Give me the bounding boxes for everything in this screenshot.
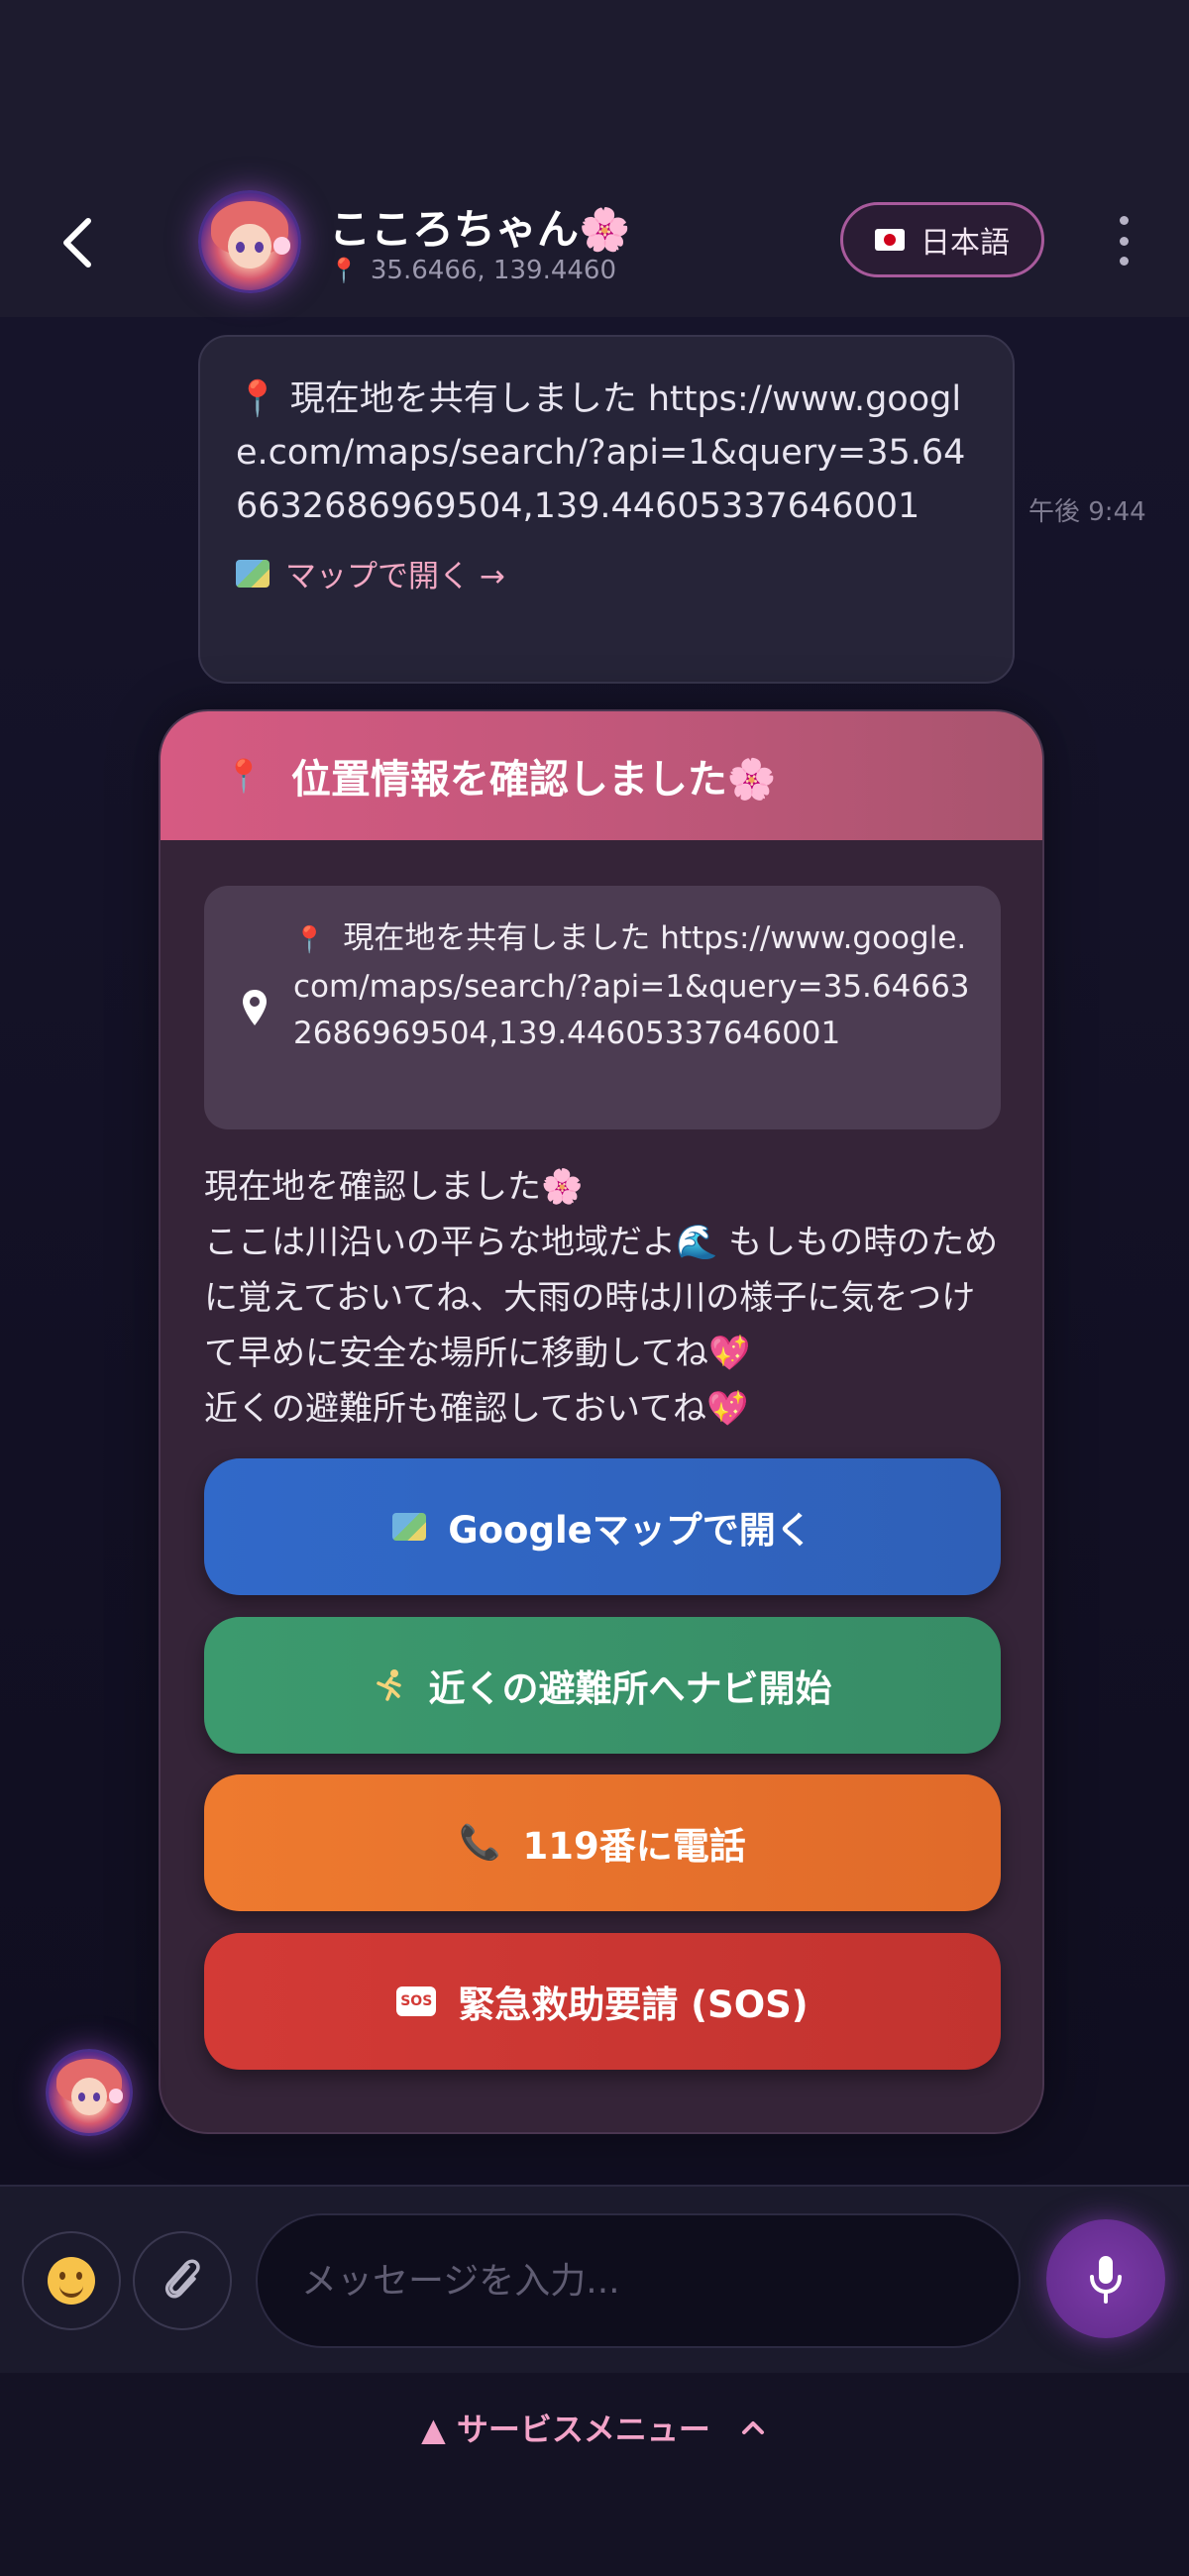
sos-button[interactable]: SOS 緊急救助要請 (SOS) [204,1933,1001,2070]
emoji-button[interactable] [22,2231,121,2330]
chevron-up-icon [741,2421,764,2434]
sos-icon: SOS [396,1986,437,2016]
language-label: 日本語 [920,226,1010,261]
navigate-shelter-button[interactable]: 近くの避難所へナビ開始 [204,1617,1001,1754]
message-text: 📍 現在地を共有しました https://www.google.com/maps… [236,379,966,526]
runner-icon [376,1669,401,1701]
location-card-message: 現在地を確認しました🌸 ここは川沿いの平らな地域だよ🌊 もしもの時のために覚えて… [204,1167,999,1429]
message-timestamp: 午後 9:44 [1028,497,1146,527]
coordinates-text: 35.6466, 139.4460 [370,256,616,285]
open-map-link[interactable]: マップで開く → [236,551,977,595]
location-card-title: 位置情報を確認しました🌸 [290,757,777,803]
location-pin-icon: 📍 [293,925,326,955]
map-icon [392,1513,427,1541]
location-card-body: 現在地を確認しました🌸 ここは川沿いの平らな地域だよ🌊 もしもの時のために覚えて… [204,1159,1007,1437]
contact-name: こころちゃん🌸 [329,205,631,254]
more-menu-button[interactable] [1110,216,1137,266]
message-bubble: 📍 現在地を共有しました https://www.google.com/maps… [198,335,1015,684]
location-pin-icon: 📍 [224,757,264,795]
back-button[interactable] [50,203,105,282]
open-google-maps-label: Googleマップで開く [448,1509,812,1552]
phone-icon: 📞 [459,1823,501,1863]
flag-jp-icon [875,229,905,251]
service-menu-toggle[interactable]: ▲ サービスメニュー [0,2398,1189,2457]
paperclip-icon [164,2259,200,2299]
location-card-header: 📍 位置情報を確認しました🌸 [161,711,1042,840]
more-vertical-icon [1119,216,1129,225]
map-icon [236,559,270,588]
message-input[interactable] [256,2213,1021,2348]
shared-location-url: 現在地を共有しました https://www.google.com/maps/s… [293,920,970,1051]
sos-label: 緊急救助要請 (SOS) [458,1984,809,2026]
microphone-icon [1090,2256,1122,2304]
contact-coordinates: 📍 35.6466, 139.4460 [329,256,616,285]
map-marker-icon [243,990,267,1025]
back-icon [63,218,91,268]
attach-button[interactable] [133,2231,232,2330]
voice-input-button[interactable] [1046,2219,1165,2338]
call-119-button[interactable]: 📞 119番に電話 [204,1774,1001,1911]
open-map-link-label: マップで開く → [285,559,505,594]
contact-avatar[interactable] [198,190,301,293]
service-menu-label: ▲ サービスメニュー [421,2411,710,2448]
bot-avatar [46,2049,133,2136]
call-119-label: 119番に電話 [522,1825,746,1868]
navigate-shelter-label: 近くの避難所へナビ開始 [428,1667,832,1710]
shared-location-text: 📍 現在地を共有しました https://www.google.com/maps/… [293,915,973,1057]
location-card: 📍 位置情報を確認しました🌸 📍 現在地を共有しました https://www.g… [159,709,1044,2134]
location-pin-icon: 📍 [329,257,359,284]
smiley-icon [48,2257,95,2305]
open-google-maps-button[interactable]: Googleマップで開く [204,1458,1001,1595]
shared-location-box[interactable]: 📍 現在地を共有しました https://www.google.com/maps/… [204,886,1001,1129]
language-selector[interactable]: 日本語 [840,202,1044,277]
